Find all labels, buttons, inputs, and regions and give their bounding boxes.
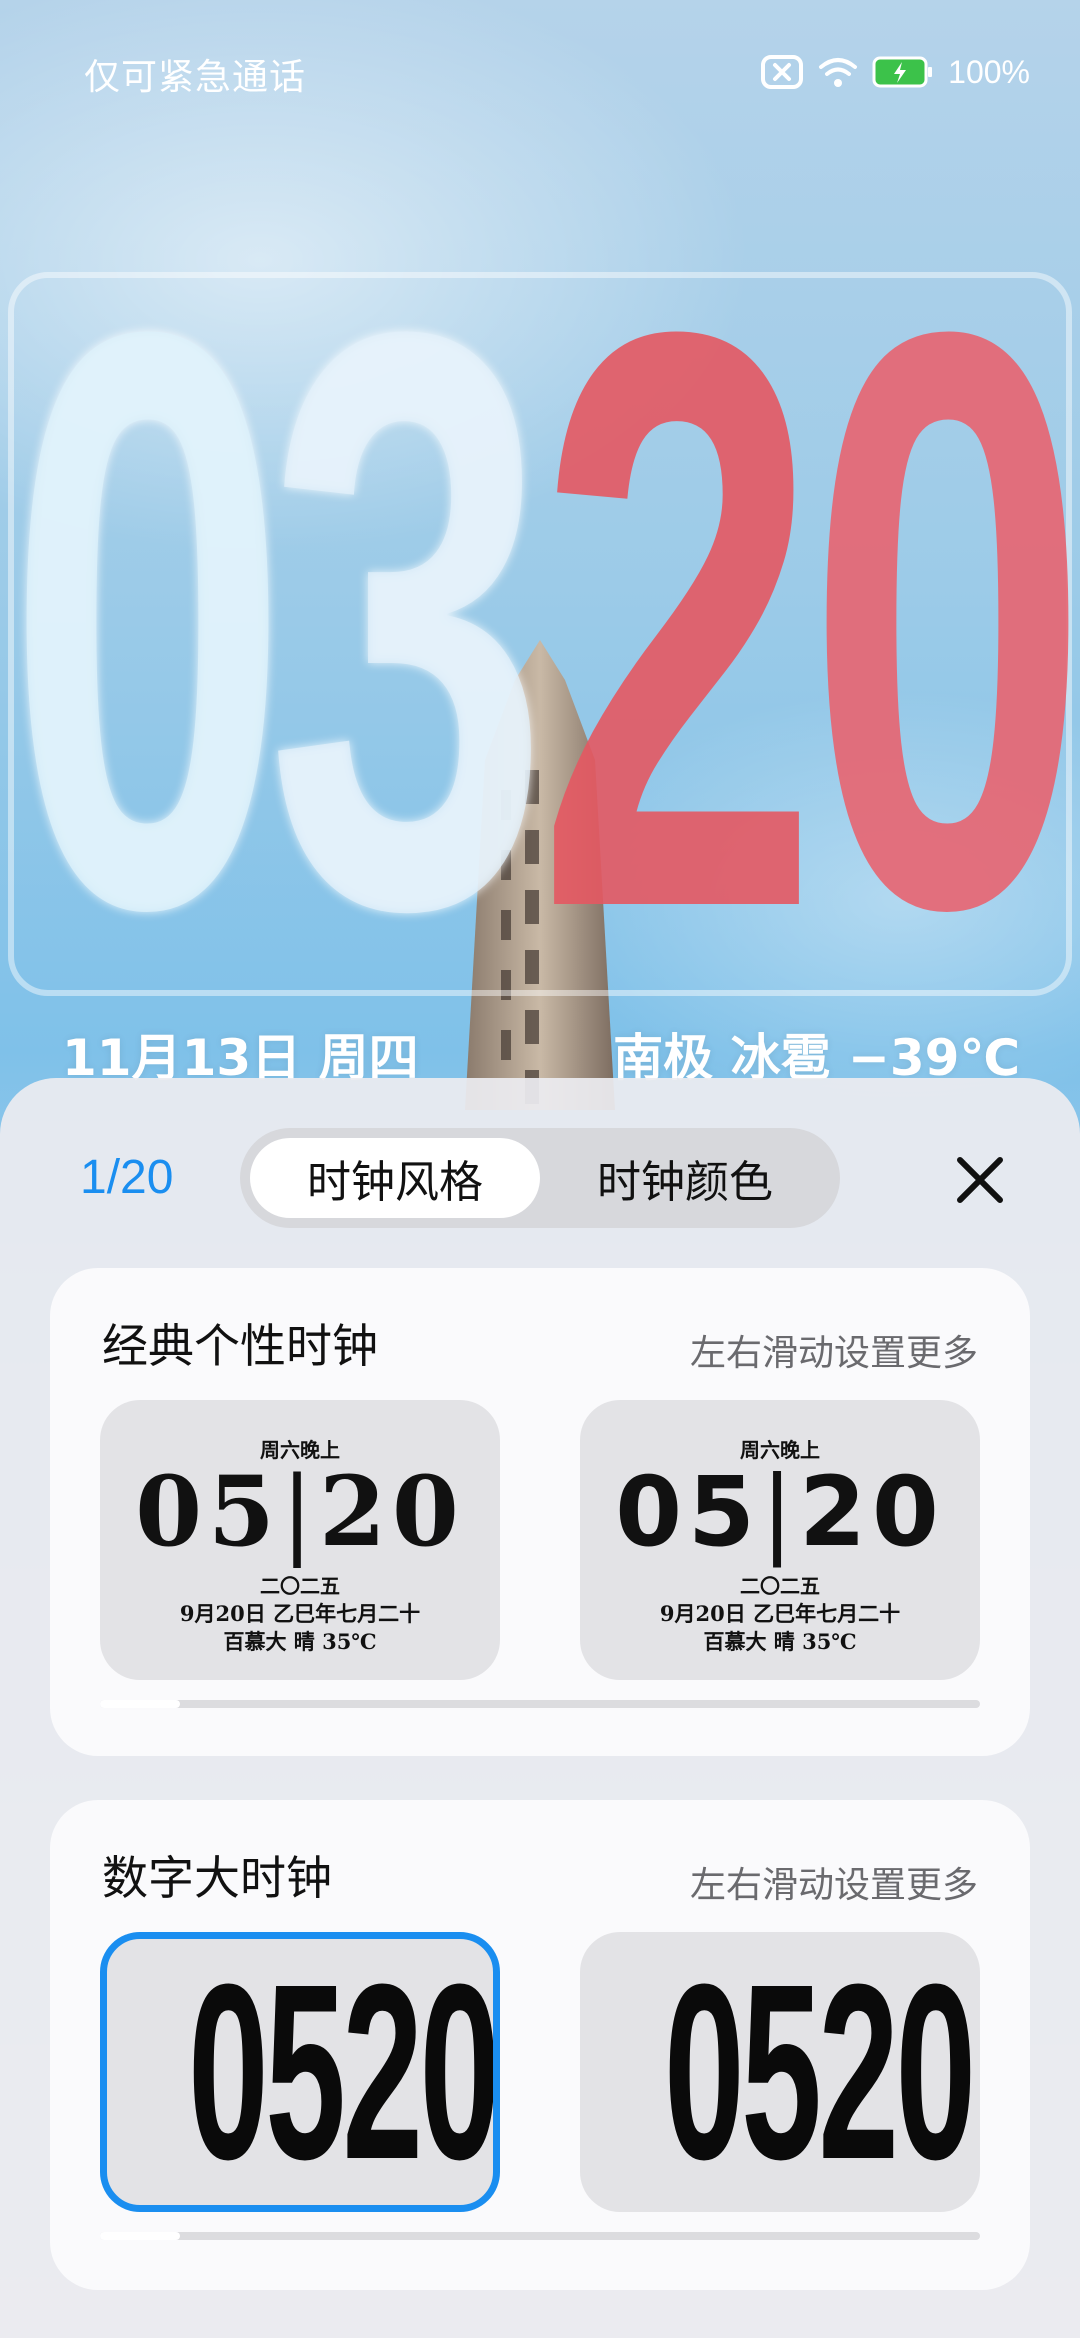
clock-style-tile-selected[interactable]: 0520 — [100, 1932, 500, 2212]
battery-percent: 100% — [948, 53, 1030, 90]
tab-clock-color[interactable]: 时钟颜色 — [540, 1138, 830, 1218]
tile-weather: 百慕大 晴 35℃ — [223, 1629, 377, 1654]
tile-date: 9月20日 乙巳年七月二十 — [179, 1601, 421, 1626]
tile-time: 0520 — [188, 1932, 497, 2211]
horizontal-scrollbar[interactable] — [100, 1700, 980, 1708]
tile-date: 9月20日 乙巳年七月二十 — [659, 1601, 901, 1626]
tile-time: 05|20 — [135, 1455, 465, 1568]
swipe-hint: 左右滑动设置更多 — [689, 1333, 978, 1374]
tile-year: 二〇二五 — [260, 1574, 340, 1598]
clock-style-tile[interactable]: 周六晚上 05|20 二〇二五 9月20日 乙巳年七月二十 百慕大 晴 35℃ — [100, 1400, 500, 1680]
horizontal-scrollbar[interactable] — [100, 2232, 980, 2240]
section-title: 数字大时钟 — [102, 1851, 332, 1905]
tile-time: 05|20 — [615, 1456, 945, 1568]
scrollbar-thumb[interactable] — [100, 1700, 180, 1708]
clock-hour-digit-1: 0 — [6, 162, 290, 1078]
classic-clock-section: 经典个性时钟 左右滑动设置更多 周六晚上 05|20 二〇二五 9月20日 乙巳… — [50, 1268, 1030, 1756]
clock-hour-digit-2: 3 — [266, 162, 550, 1078]
page-indicator: 1/20 — [80, 1151, 174, 1204]
clock-style-tile[interactable]: 0520 — [580, 1932, 980, 2212]
tile-time: 0520 — [664, 1932, 976, 2211]
scrollbar-thumb[interactable] — [100, 2232, 180, 2240]
section-title: 经典个性时钟 — [102, 1319, 378, 1373]
status-icons: 100% — [760, 52, 1030, 92]
big-digital-clock-section: 数字大时钟 左右滑动设置更多 0520 0520 — [50, 1800, 1030, 2290]
no-sim-icon — [761, 55, 804, 89]
swipe-hint: 左右滑动设置更多 — [689, 1865, 978, 1906]
style-color-tabs: 时钟风格 时钟颜色 — [240, 1128, 840, 1228]
tile-year: 二〇二五 — [740, 1574, 820, 1598]
wifi-icon — [819, 58, 858, 87]
carrier-text: 仅可紧急通话 — [84, 57, 307, 98]
clock-style-tile[interactable]: 周六晚上 05|20 二〇二五 9月20日 乙巳年七月二十 百慕大 晴 35℃ — [580, 1400, 980, 1680]
tile-weather: 百慕大 晴 35℃ — [703, 1629, 857, 1654]
tab-clock-style[interactable]: 时钟风格 — [250, 1138, 540, 1218]
status-bar: 仅可紧急通话 100% — [0, 0, 1080, 140]
close-icon[interactable] — [950, 1150, 1010, 1210]
battery-charging-icon — [872, 56, 933, 88]
clock-minute-digit-2: 0 — [806, 162, 1080, 1078]
clock-minute-digit-1: 2 — [536, 162, 820, 1078]
